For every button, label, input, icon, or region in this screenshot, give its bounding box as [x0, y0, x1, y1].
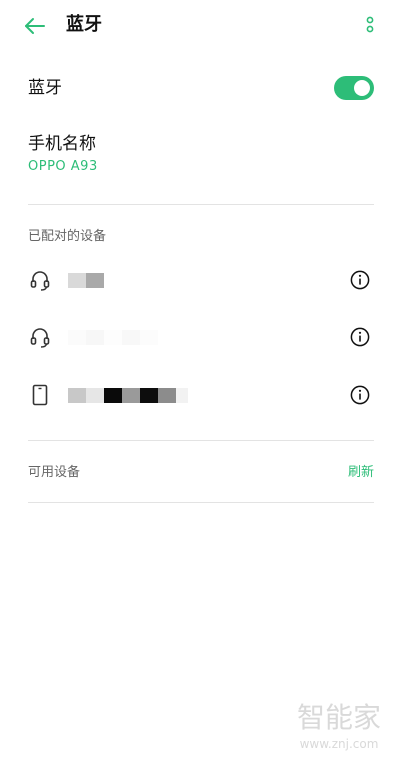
phone-icon — [32, 384, 48, 406]
watermark-text: 智能家 — [296, 701, 381, 734]
paired-devices-header: 已配对的设备 — [28, 229, 107, 244]
divider — [28, 502, 374, 503]
page-title: 蓝牙 — [66, 14, 102, 35]
more-vertical-icon — [366, 16, 374, 33]
app-bar: 蓝牙 — [0, 0, 400, 52]
paired-device-row[interactable] — [0, 369, 400, 421]
back-arrow-icon — [25, 18, 45, 34]
bluetooth-label: 蓝牙 — [28, 78, 62, 98]
paired-device-row[interactable] — [0, 311, 400, 363]
info-icon — [350, 385, 370, 405]
watermark: 智能家 www.znj.com — [286, 702, 392, 754]
available-devices-header: 可用设备 — [28, 465, 81, 480]
bluetooth-toggle-switch[interactable] — [334, 76, 374, 100]
device-info-button[interactable] — [350, 270, 370, 290]
toggle-knob — [354, 80, 370, 96]
device-name-value: OPPO A93 — [28, 159, 98, 174]
device-name-redacted — [68, 270, 198, 290]
bluetooth-toggle-row[interactable]: 蓝牙 — [0, 66, 400, 112]
device-info-button[interactable] — [350, 327, 370, 347]
refresh-button[interactable]: 刷新 — [340, 464, 374, 482]
headset-icon — [30, 328, 50, 348]
divider — [28, 440, 374, 441]
info-icon — [350, 327, 370, 347]
device-name-row[interactable]: 手机名称 OPPO A93 — [0, 128, 400, 182]
info-icon — [350, 270, 370, 290]
watermark-url: www.znj.com — [299, 737, 379, 751]
divider — [28, 204, 374, 205]
device-name-label: 手机名称 — [28, 134, 96, 154]
device-name-redacted — [68, 327, 198, 347]
paired-device-row[interactable] — [0, 254, 400, 306]
device-name-redacted — [68, 385, 198, 405]
back-button[interactable] — [22, 13, 48, 39]
more-options-button[interactable] — [360, 14, 380, 36]
device-info-button[interactable] — [350, 385, 370, 405]
headset-icon — [30, 271, 50, 291]
